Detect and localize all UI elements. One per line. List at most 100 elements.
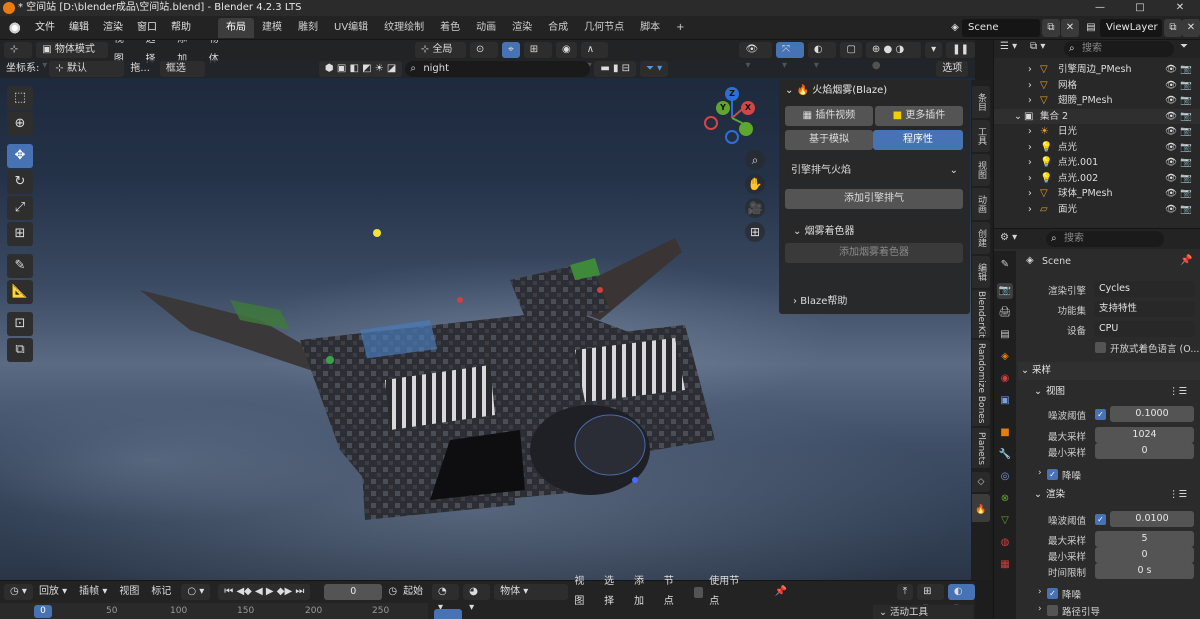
add-cube-tool[interactable]: ⊡: [7, 312, 33, 336]
snap-target[interactable]: ⊞ ▾: [523, 42, 553, 71]
render-noise-checkbox[interactable]: ✓: [1095, 514, 1106, 525]
minimize-button[interactable]: —: [1080, 0, 1120, 16]
pause-render-button[interactable]: ❚❚: [946, 42, 975, 58]
viewport-sampling-section[interactable]: ⌄ 视图 ⋮☰: [1018, 383, 1200, 401]
expand-icon[interactable]: ›: [1028, 202, 1032, 218]
render-noise-threshold-field[interactable]: 0.0100: [1110, 511, 1194, 527]
add-workspace-button[interactable]: +: [668, 18, 692, 38]
perspective-grid-icon[interactable]: ⊞: [745, 222, 765, 242]
expand-icon[interactable]: ›: [1038, 468, 1042, 478]
outliner-row[interactable]: › ▽ 球体_PMesh 👁 📷: [994, 186, 1200, 202]
tab-tool[interactable]: 工具: [972, 120, 990, 152]
tab-texture-paint[interactable]: 纹理绘制: [376, 18, 432, 38]
maximize-button[interactable]: □: [1120, 0, 1160, 16]
annotate-tool[interactable]: ✎: [7, 254, 33, 278]
new-view-layer-button[interactable]: ⧉: [1164, 19, 1182, 37]
viewport-noise-checkbox[interactable]: ✓: [1095, 409, 1106, 420]
spaceship-model[interactable]: [130, 190, 730, 530]
falloff-button[interactable]: ∧ ▾: [580, 42, 608, 71]
expand-icon[interactable]: ›: [1038, 587, 1042, 597]
select-tool-button[interactable]: [434, 609, 462, 619]
gizmo-y-axis[interactable]: Y: [716, 101, 730, 115]
transform-tool[interactable]: ⊞: [7, 222, 33, 246]
render-sampling-section[interactable]: ⌄ 渲染 ⋮☰: [1018, 486, 1200, 504]
tab-extra[interactable]: ◇: [972, 472, 990, 492]
gizmo-toggle[interactable]: ⤧ ▾: [775, 42, 804, 71]
viewport-min-samples-field[interactable]: 0: [1095, 443, 1194, 459]
viewport-denoise-checkbox[interactable]: ✓: [1047, 469, 1058, 480]
tab-view[interactable]: 视图: [972, 154, 990, 186]
outliner-row[interactable]: ⌄ ▣ 集合 2 👁 📷: [994, 108, 1200, 125]
tab-animation[interactable]: 动画: [468, 18, 504, 38]
shading-options[interactable]: ▾: [925, 42, 943, 58]
visibility-eye-icon[interactable]: 👁: [1165, 62, 1177, 78]
render-camera-icon[interactable]: 📷: [1180, 171, 1192, 187]
smoke-shader-section[interactable]: ⌄ 烟雾着色器: [793, 222, 855, 237]
properties-search-input[interactable]: ⌕ 搜索: [1046, 231, 1164, 247]
render-engine-dropdown[interactable]: Cycles: [1094, 281, 1195, 297]
more-plugins-button[interactable]: ■ 更多插件: [875, 106, 963, 126]
snap-button[interactable]: ⊞ ▾: [917, 584, 944, 613]
keying-menu[interactable]: 插帧 ▾: [73, 582, 113, 602]
expand-icon[interactable]: ›: [1028, 62, 1032, 78]
visibility-eye-icon[interactable]: 👁: [1165, 78, 1177, 94]
tab-geometry-nodes[interactable]: 几何节点: [576, 18, 632, 38]
tab-blenderkit[interactable]: BlenderKit: [972, 290, 990, 338]
rotate-tool[interactable]: ↻: [7, 170, 33, 194]
render-camera-icon[interactable]: 📷: [1180, 202, 1192, 218]
shading-modes[interactable]: ⊕ ● ◑ ●: [865, 42, 922, 71]
blaze-help-section[interactable]: › Blaze帮助: [793, 292, 847, 307]
expand-icon[interactable]: ›: [1028, 155, 1032, 171]
time-limit-field[interactable]: 0 s: [1095, 563, 1194, 579]
list-icon[interactable]: ⋮☰: [1169, 486, 1187, 504]
pivot-point-button[interactable]: ⊙ ▾: [469, 42, 499, 71]
scene-tab-icon[interactable]: ◈: [997, 349, 1013, 365]
data-tab-icon[interactable]: ▽: [997, 513, 1013, 529]
pin-icon[interactable]: 📌: [1180, 255, 1192, 266]
outliner-search-input[interactable]: ⌕ 搜索: [1064, 41, 1174, 57]
outliner-filter-icon[interactable]: ⧉ ▾: [1030, 41, 1045, 52]
visibility-eye-icon[interactable]: 👁: [1165, 155, 1177, 171]
tab-blaze[interactable]: 🔥: [972, 494, 990, 522]
active-tool-panel[interactable]: ⌄ 活动工具: [873, 605, 973, 619]
world-tab-icon[interactable]: ◉: [997, 371, 1013, 387]
expand-icon[interactable]: ›: [1028, 171, 1032, 187]
plugin-video-button[interactable]: ▦ 插件视频: [785, 106, 873, 126]
render-camera-icon[interactable]: 📷: [1180, 109, 1192, 125]
timeline-ruler[interactable]: 0 50 100 150 200 250: [0, 603, 428, 619]
visibility-eye-icon[interactable]: 👁: [1165, 109, 1177, 125]
tab-rendering[interactable]: 渲染: [504, 18, 540, 38]
gizmo-neg-x[interactable]: [704, 116, 718, 130]
tab-procedural[interactable]: 程序性: [873, 130, 963, 150]
3d-viewport[interactable]: ⊹ ▾ ▣ 物体模式 ▾ 视图 选择 添加 物体 ⊹ 全局 ▾ ⊙ ▾ ⌖ ⊞ …: [0, 40, 975, 580]
proportional-edit-toggle[interactable]: ◉: [556, 42, 577, 58]
object-selector[interactable]: 物体 ▾: [494, 584, 569, 600]
select-box-tool[interactable]: ⬚: [7, 86, 33, 110]
expand-icon[interactable]: ⌄: [1014, 109, 1022, 125]
outliner-row[interactable]: › ▱ 面光 👁 📷: [994, 202, 1200, 218]
marker-menu[interactable]: 标记: [145, 582, 177, 602]
outliner-row[interactable]: › 💡 点光 👁 📷: [994, 140, 1200, 156]
outliner-row[interactable]: › ▽ 网格 👁 📷: [994, 78, 1200, 94]
outliner-row[interactable]: › ▽ 引擎周边_PMesh 👁 📷: [994, 62, 1200, 78]
tab-animation[interactable]: 动画: [972, 188, 990, 220]
new-scene-button[interactable]: ⧉: [1042, 19, 1060, 37]
path-guiding-checkbox[interactable]: [1047, 605, 1058, 616]
snap-toggle[interactable]: ⌖: [502, 42, 520, 58]
coord-system-selector[interactable]: ⊹ 默认: [49, 61, 125, 77]
material-tab-icon[interactable]: ◍: [997, 535, 1013, 551]
collection-tab-icon[interactable]: ▣: [997, 393, 1013, 409]
texture-tab-icon[interactable]: ▦: [997, 557, 1013, 573]
playback-controls[interactable]: ⏮ ◀◆ ◀ ▶ ◆▶ ⏭: [218, 584, 311, 600]
expand-icon[interactable]: ›: [1028, 186, 1032, 202]
parent-node-button[interactable]: ⤒: [896, 584, 914, 600]
transform-orientation[interactable]: ⊹ 全局 ▾: [414, 42, 466, 71]
tab-edit[interactable]: 编辑: [972, 256, 990, 288]
visibility-eye-icon[interactable]: 👁: [1165, 140, 1177, 156]
tool-tab-icon[interactable]: ✎: [997, 257, 1013, 273]
constraint-tab-icon[interactable]: ⊗: [997, 491, 1013, 507]
panel-header[interactable]: ⌄ 🔥 火焰烟雾(Blaze): [779, 80, 970, 102]
scene-selector[interactable]: Scene: [962, 19, 1040, 37]
osl-checkbox[interactable]: [1095, 342, 1106, 353]
timeline-editor-type[interactable]: ◷ ▾: [4, 584, 33, 600]
